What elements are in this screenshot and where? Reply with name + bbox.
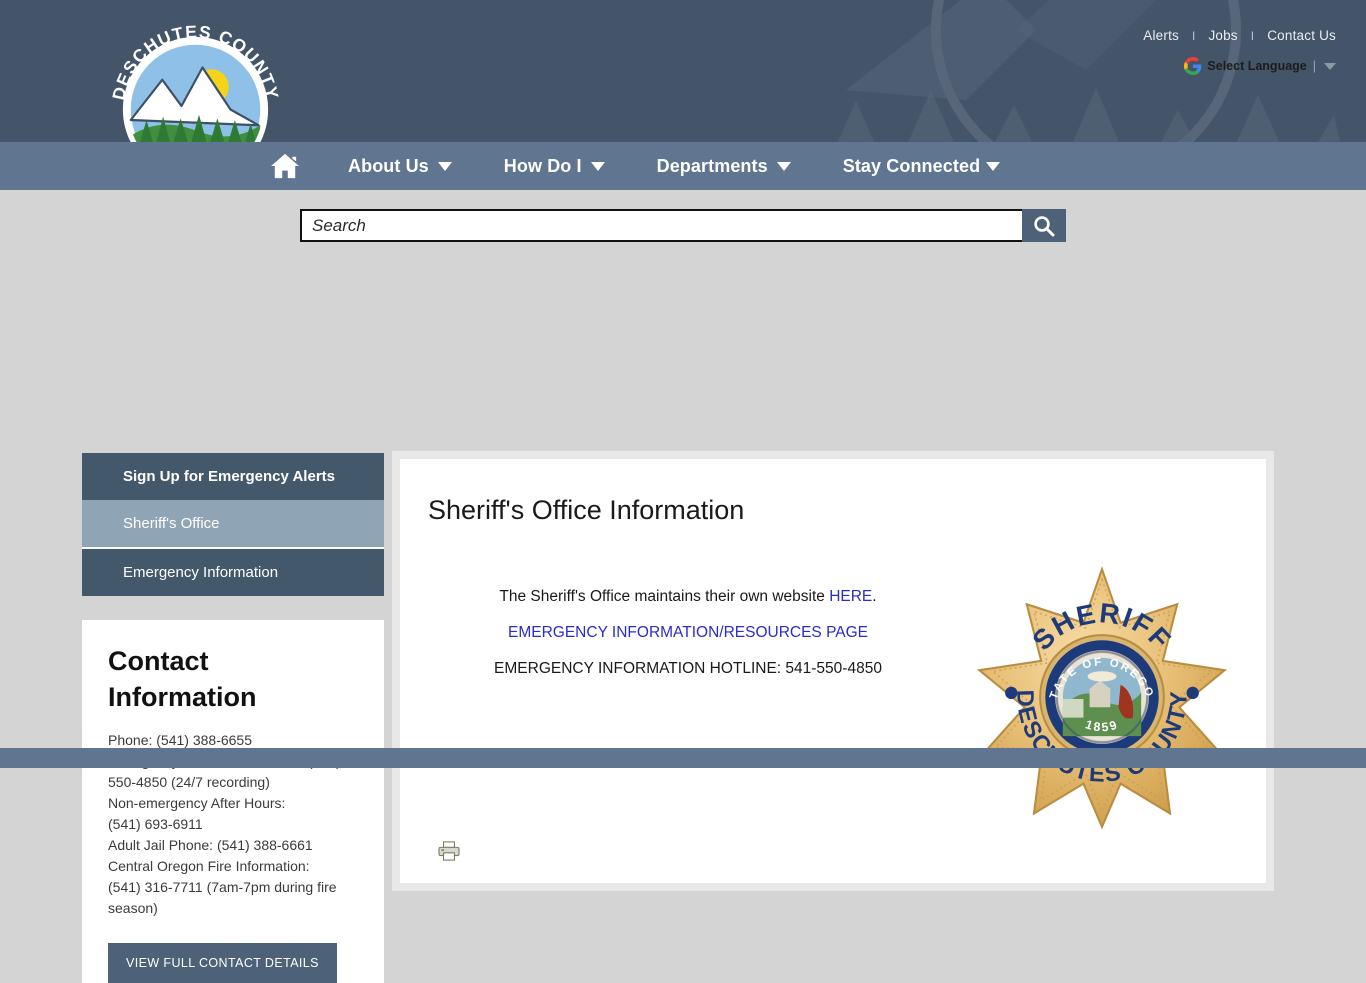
utility-separator-2: I (1250, 29, 1255, 43)
search-icon (1034, 215, 1055, 236)
nav-label-stay-connected: Stay Connected (842, 155, 981, 176)
page-title: Sheriff's Office Information (428, 495, 745, 525)
contact-information-title: Contact Information (108, 646, 257, 712)
main-body-line-1-suffix: . (872, 588, 877, 605)
main-content-body: The Sheriff's Office maintains their own… (428, 579, 948, 687)
nav-item-stay-connected[interactable]: Stay Connected (842, 155, 1001, 177)
main-body-line-1-prefix: The Sheriff's Office maintains their own… (499, 588, 830, 605)
main-body-line-2: EMERGENCY INFORMATION/RESOURCES PAGE (428, 615, 948, 651)
translate-pipe: | (1312, 59, 1316, 73)
nav-item-departments[interactable]: Departments (657, 156, 791, 177)
chevron-down-icon (590, 161, 605, 171)
main-body-line-3: EMERGENCY INFORMATION HOTLINE: 541-550-4… (494, 660, 882, 677)
contact-information-card: Contact Information Phone: (541) 388-665… (82, 620, 384, 983)
utility-separator-1: I (1191, 29, 1196, 43)
view-full-contact-details-button[interactable]: VIEW FULL CONTACT DETAILS (108, 942, 337, 983)
utility-link-alerts[interactable]: Alerts (1143, 28, 1179, 43)
main-content-frame: Sheriff's Office Information The Sheriff… (392, 451, 1274, 891)
chevron-down-icon (776, 161, 791, 171)
search-bar (300, 209, 1066, 242)
nav-item-home[interactable] (270, 153, 300, 179)
sidebar-item-sheriffs-office[interactable]: Sheriff's Office (82, 500, 384, 549)
main-content-card: Sheriff's Office Information The Sheriff… (400, 459, 1266, 883)
chevron-down-icon (986, 161, 1001, 171)
sidebar-menu: Sign Up for Emergency Alerts Sheriff's O… (82, 453, 384, 596)
search-submit-button[interactable] (1022, 209, 1066, 242)
nav-item-about-us[interactable]: About Us (348, 156, 452, 177)
main-navigation: About Us How Do I Departments Stay Conne… (0, 142, 1366, 190)
sidebar-item-sign-up-emergency-alerts[interactable]: Sign Up for Emergency Alerts (82, 453, 384, 500)
search-input[interactable] (300, 209, 1022, 242)
nav-label-departments: Departments (656, 155, 768, 176)
home-icon (271, 153, 299, 179)
emergency-resources-page-link[interactable]: EMERGENCY INFORMATION/RESOURCES PAGE (508, 624, 868, 641)
site-header: Alerts I Jobs I Contact Us Select Langua… (0, 0, 1366, 142)
main-body-line-1: The Sheriff's Office maintains their own… (428, 579, 948, 615)
chevron-down-icon (437, 161, 452, 171)
site-footer (0, 748, 1366, 768)
nav-item-how-do-i[interactable]: How Do I (504, 156, 605, 177)
chevron-down-icon[interactable] (1324, 62, 1336, 70)
translate-label: Select Language (1207, 59, 1307, 73)
utility-link-jobs[interactable]: Jobs (1208, 28, 1237, 43)
sidebar-item-emergency-information[interactable]: Emergency Information (82, 549, 384, 596)
google-translate-widget[interactable]: Select Language | (1184, 57, 1336, 75)
county-seal-logo[interactable]: DESCHUTES COUNTY (108, 22, 283, 142)
nav-label-about-us: About Us (348, 155, 429, 176)
sidebar: Sign Up for Emergency Alerts Sheriff's O… (82, 453, 384, 983)
nav-label-how-do-i: How Do I (503, 155, 582, 176)
utility-links: Alerts I Jobs I Contact Us (1143, 28, 1336, 43)
here-link[interactable]: HERE (829, 588, 872, 605)
print-icon[interactable] (438, 841, 460, 861)
google-g-icon (1184, 57, 1202, 75)
utility-link-contact-us[interactable]: Contact Us (1267, 28, 1336, 43)
sheriff-badge-image: SHERIFF DESCHUTES COUNTY (968, 563, 1228, 830)
